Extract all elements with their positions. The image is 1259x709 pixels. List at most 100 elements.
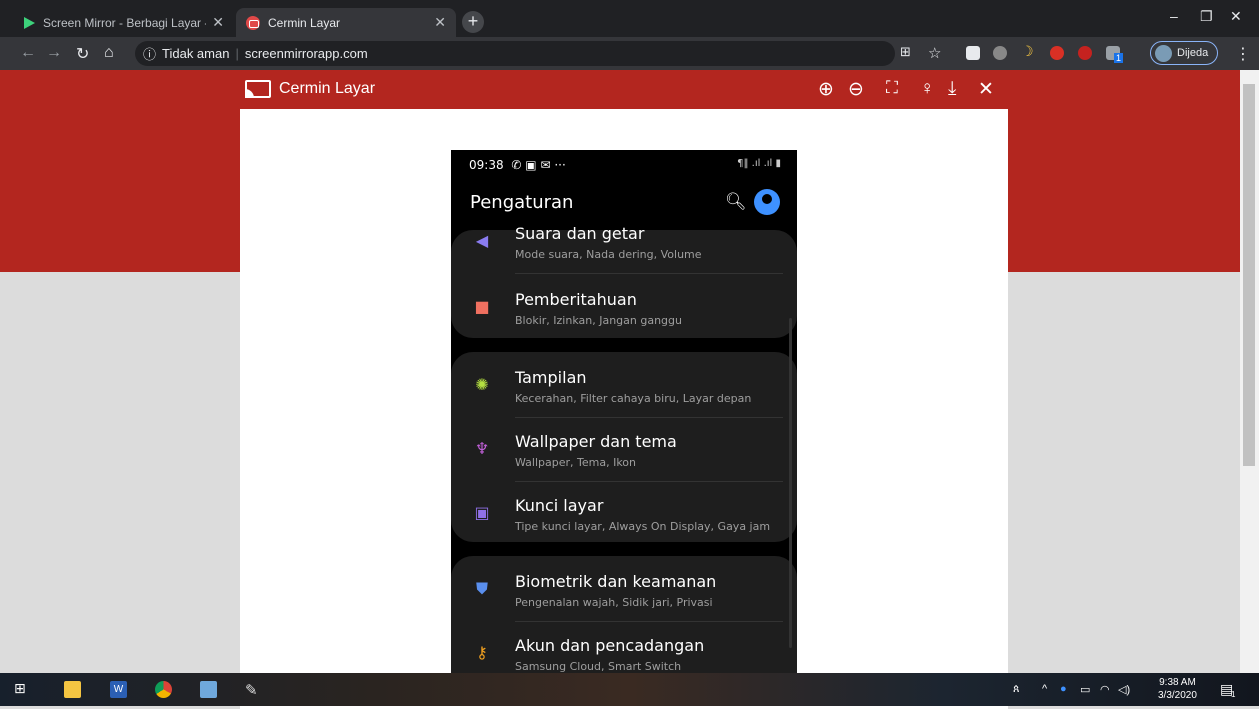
adblock-icon[interactable] [1078,46,1092,60]
search-icon[interactable]: 🔍︎ [725,192,747,212]
key-icon: ⚷ [476,643,488,662]
stop-extension-icon[interactable] [1050,46,1064,60]
translate-icon[interactable]: ⊞ [900,44,911,60]
forward-icon[interactable]: → [46,44,62,62]
phone-status-bar: 09:38 ✆ ▣ ✉ ··· [469,158,566,172]
tab-close-icon[interactable]: ✕ [434,14,446,31]
item-subtitle: Kecerahan, Filter cahaya biru, Layar dep… [515,392,752,405]
list-item[interactable]: ▣ Kunci layar Tipe kunci layar, Always O… [451,484,797,546]
list-item[interactable]: ✺ Tampilan Kecerahan, Filter cahaya biru… [451,356,797,418]
chevron-up-icon[interactable]: ^ [1042,683,1047,695]
item-subtitle: Blokir, Izinkan, Jangan ganggu [515,314,682,327]
phone-screen[interactable]: 09:38 ✆ ▣ ✉ ··· ¶‖ .ıl .ıl ▮ Pengaturan … [451,150,797,673]
clock-date: 3/3/2020 [1158,690,1197,701]
extension-icon[interactable] [993,46,1007,60]
status-icons: ✆ ▣ ✉ ··· [511,158,566,172]
wifi-icon[interactable]: ◠ [1100,683,1110,696]
notification-icon: ■ [474,297,490,316]
item-title: Pemberitahuan [515,290,637,309]
divider [515,273,783,274]
brightness-icon: ✺ [475,375,489,394]
tab-close-icon[interactable]: ✕ [212,14,224,31]
item-subtitle: Wallpaper, Tema, Ikon [515,456,637,469]
item-title: Akun dan pencadangan [515,636,705,655]
home-icon[interactable]: ⌂ [104,44,114,62]
close-window-button[interactable]: ✕ [1230,8,1242,25]
reload-icon[interactable]: ↻ [76,44,89,64]
address-bar[interactable]: ⓘ Tidak aman | screenmirrorapp.com [135,41,895,66]
zoom-in-icon[interactable]: ⊕ [818,78,834,101]
tab-cermin-layar[interactable]: Cermin Layar ✕ [236,8,456,37]
file-explorer-icon[interactable] [64,681,81,698]
list-item[interactable]: ■ Pemberitahuan Blokir, Izinkan, Jangan … [451,278,797,340]
security-label: Tidak aman [162,46,230,61]
list-item[interactable]: ♆ Wallpaper dan tema Wallpaper, Tema, Ik… [451,420,797,482]
battery-icon[interactable]: ▭ [1080,683,1090,696]
extension-badge: 1 [1114,53,1124,63]
chrome-icon[interactable] [155,681,172,698]
volume-icon: ◀ [475,231,489,250]
play-store-icon [24,16,35,29]
profile-button[interactable]: Dijeda [1150,41,1218,65]
item-subtitle: Tipe kunci layar, Always On Display, Gay… [515,520,771,533]
paint-icon[interactable]: ✎ [245,681,262,699]
app-title-text: Cermin Layar [279,80,376,97]
scrollbar-thumb[interactable] [1243,84,1255,466]
volume-icon[interactable]: ◁) [1118,683,1130,696]
system-clock[interactable]: 9:38 AM 3/3/2020 [1158,676,1197,702]
windows-start-icon[interactable]: ⊞ [14,680,31,697]
item-title: Kunci layar [515,496,604,515]
shield-icon: ⛊ [475,579,488,598]
close-icon[interactable]: ✕ [978,78,994,101]
people-icon[interactable]: ጰ [1013,683,1020,696]
brush-icon: ♆ [474,439,490,458]
new-tab-button[interactable]: + [462,11,484,33]
taskbar: ⊞ W ✎ [0,673,1259,706]
item-subtitle: Mode suara, Nada dering, Volume [515,248,702,261]
phone-time: 09:38 [469,158,504,172]
divider [515,481,783,482]
clock-time: 9:38 AM [1159,677,1196,688]
phone-scrollbar [789,318,792,648]
signal-battery-icons: ¶‖ .ıl .ıl ▮ [737,158,781,169]
item-title: Biometrik dan keamanan [515,572,717,591]
bluetooth-icon[interactable]: ● [1060,683,1067,695]
list-item[interactable]: ⛊ Biometrik dan keamanan Pengenalan waja… [451,560,797,622]
zoom-out-icon[interactable]: ⊖ [848,78,864,101]
item-title: Wallpaper dan tema [515,432,677,451]
app-icon[interactable] [200,681,217,698]
app-title: Cermin Layar [245,80,375,98]
back-icon[interactable]: ← [20,44,36,62]
tab-title: Cermin Layar [268,15,341,30]
profile-label: Dijeda [1177,47,1209,59]
url-text: screenmirrorapp.com [244,46,368,61]
notification-count: 1 [1231,690,1236,699]
tab-screen-mirror[interactable]: Screen Mirror - Berbagi Layar - A ✕ [14,8,234,37]
cast-icon [245,80,271,98]
word-icon[interactable]: W [110,681,127,698]
moon-icon[interactable]: ☽ [1021,43,1035,59]
lightbulb-icon[interactable]: ♀ [920,78,934,100]
tab-strip: Screen Mirror - Berbagi Layar - A ✕ Cerm… [0,0,1259,37]
item-title: Suara dan getar [515,224,645,243]
list-item[interactable]: ◀ Suara dan getar Mode suara, Nada derin… [451,212,797,274]
document-extension-icon[interactable] [966,46,980,60]
item-title: Tampilan [515,368,587,387]
star-icon[interactable]: ☆ [928,44,941,62]
list-item[interactable]: ⚷ Akun dan pencadangan Samsung Cloud, Sm… [451,624,797,673]
settings-title: Pengaturan [470,192,574,213]
lock-icon: ▣ [474,503,490,522]
download-icon[interactable]: ⤓ [948,78,956,100]
item-subtitle: Pengenalan wajah, Sidik jari, Privasi [515,596,713,609]
divider [515,417,783,418]
maximize-button[interactable]: ❐ [1200,8,1213,25]
fullscreen-icon[interactable]: ⛶ [886,78,898,98]
divider: | [235,46,239,61]
menu-icon[interactable]: ⋮ [1235,44,1251,64]
info-icon[interactable]: ⓘ [143,44,156,63]
cermin-layar-favicon [246,15,260,30]
avatar [1155,45,1172,62]
minimize-button[interactable]: – [1170,8,1178,24]
divider [515,621,783,622]
tab-title: Screen Mirror - Berbagi Layar - A [43,15,207,30]
